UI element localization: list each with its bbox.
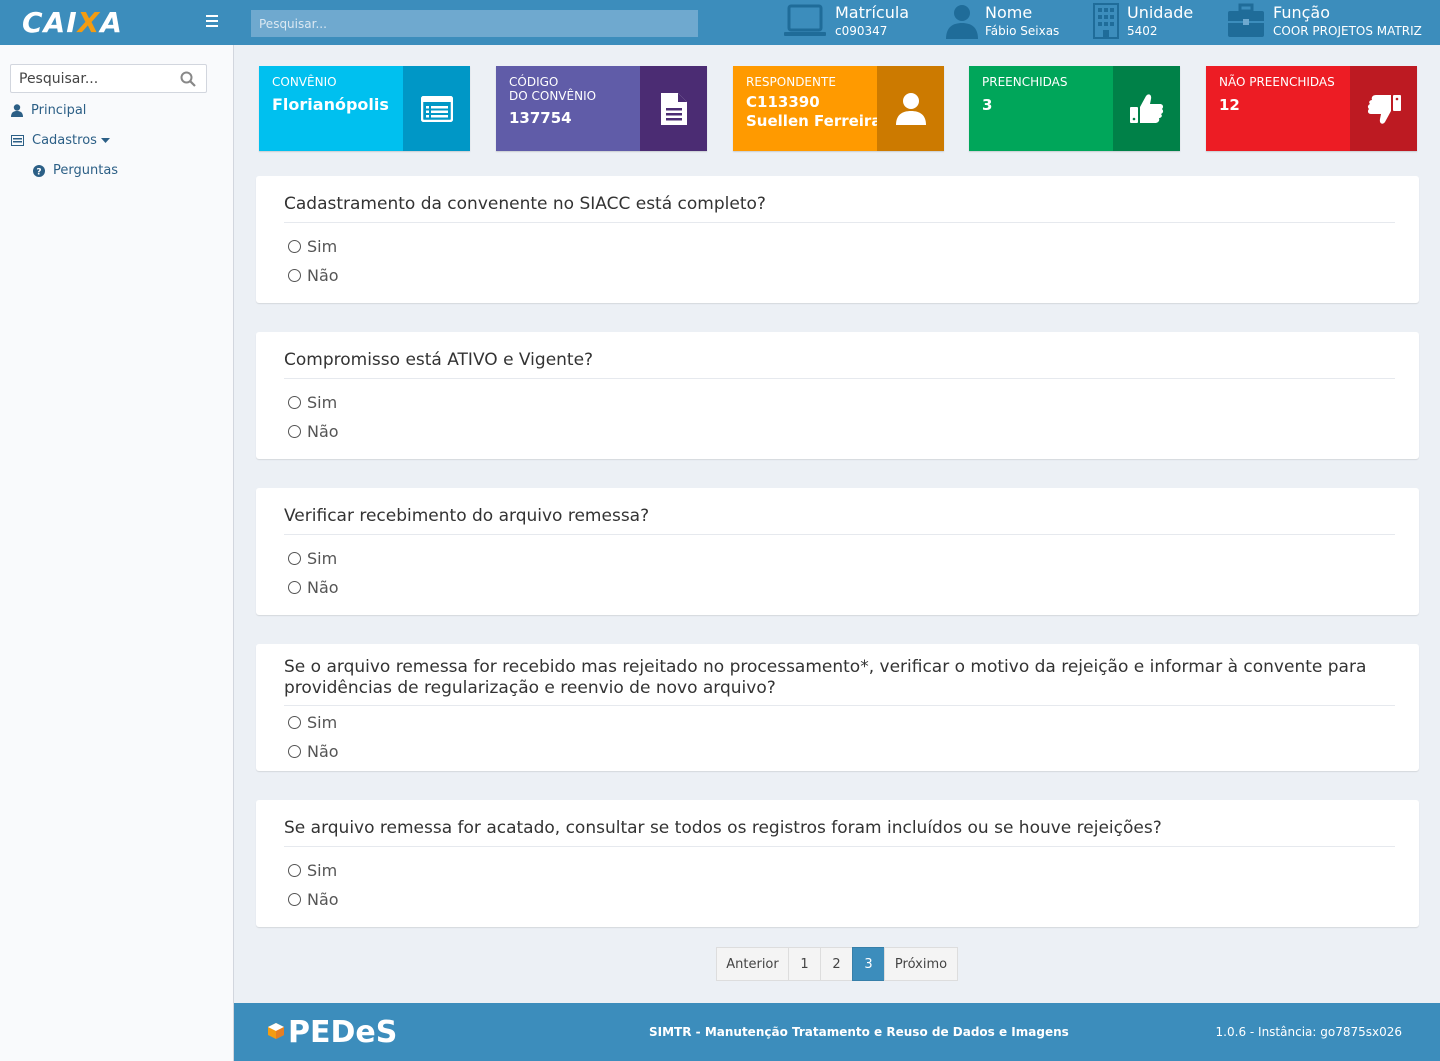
radio-button[interactable] <box>288 240 301 253</box>
question-circle-icon: ? <box>33 164 45 177</box>
user-silhouette-icon <box>946 5 978 39</box>
question-card: Verificar recebimento do arquivo remessa… <box>256 488 1419 615</box>
divider <box>284 705 1395 706</box>
radio-button[interactable] <box>288 745 301 758</box>
thumbs-up-icon <box>1113 66 1180 151</box>
option-sim[interactable]: Sim <box>288 237 337 256</box>
pagination-page-2[interactable]: 2 <box>820 947 853 981</box>
menu-toggle-icon[interactable] <box>206 12 224 30</box>
option-nao[interactable]: Não <box>288 890 339 909</box>
list-alt-icon <box>403 66 470 151</box>
list-icon <box>11 135 24 146</box>
user-icon <box>11 104 23 117</box>
file-icon <box>640 66 707 151</box>
question-card: Se o arquivo remessa for recebido mas re… <box>256 644 1419 771</box>
funcao-info: Função COOR PROJETOS MATRIZ <box>1227 3 1422 43</box>
question-title: Compromisso está ATIVO e Vigente? <box>284 350 594 370</box>
pagination-prev-button[interactable]: Anterior <box>716 947 789 981</box>
pedes-logo: PEDeS <box>264 1015 397 1050</box>
question-card: Se arquivo remessa for acatado, consulta… <box>256 800 1419 927</box>
pagination: Anterior 1 2 3 Próximo <box>716 947 958 981</box>
info-box-nao-preenchidas: NÃO PREENCHIDAS 12 <box>1206 66 1417 151</box>
sidebar-item-cadastros[interactable]: Cadastros <box>11 133 118 148</box>
pagination-page-1[interactable]: 1 <box>788 947 821 981</box>
option-nao[interactable]: Não <box>288 266 339 285</box>
question-title: Se o arquivo remessa for recebido mas re… <box>284 657 1367 698</box>
nome-info: Nome Fábio Seixas <box>945 3 1059 43</box>
radio-button[interactable] <box>288 893 301 906</box>
divider <box>284 222 1395 223</box>
radio-button[interactable] <box>288 581 301 594</box>
radio-button[interactable] <box>288 269 301 282</box>
option-nao[interactable]: Não <box>288 578 339 597</box>
pedes-logo-icon <box>268 1022 284 1039</box>
footer: PEDeS SIMTR - Manutenção Tratamento e Re… <box>234 1003 1440 1061</box>
building-icon <box>1093 3 1119 39</box>
info-box-respondente: RESPONDENTE C113390 Suellen Ferreira <box>733 66 944 151</box>
matricula-info: Matrícula c090347 <box>783 3 909 43</box>
sidebar-item-principal[interactable]: Principal <box>11 103 86 118</box>
briefcase-icon <box>1228 3 1264 37</box>
option-sim[interactable]: Sim <box>288 393 337 412</box>
caret-down-icon <box>100 137 110 143</box>
laptop-icon <box>784 4 826 36</box>
sidebar-search <box>10 64 207 93</box>
question-card: Cadastramento da convenente no SIACC est… <box>256 176 1419 303</box>
option-sim[interactable]: Sim <box>288 861 337 880</box>
option-sim[interactable]: Sim <box>288 549 337 568</box>
sidebar: Principal Cadastros ? Perguntas <box>0 45 234 1061</box>
radio-button[interactable] <box>288 425 301 438</box>
info-box-preenchidas: PREENCHIDAS 3 <box>969 66 1180 151</box>
footer-version: 1.0.6 - Instância: go7875sx026 <box>1215 1025 1402 1039</box>
svg-text:?: ? <box>36 167 41 177</box>
divider <box>284 846 1395 847</box>
pagination-page-3[interactable]: 3 <box>852 947 885 981</box>
unidade-info: Unidade 5402 <box>1093 3 1193 43</box>
question-title: Verificar recebimento do arquivo remessa… <box>284 506 650 526</box>
info-box-convenio: CONVÊNIO Florianópolis <box>259 66 470 151</box>
question-title: Cadastramento da convenente no SIACC est… <box>284 194 766 214</box>
option-nao[interactable]: Não <box>288 422 339 441</box>
sidebar-search-input[interactable] <box>11 65 171 92</box>
thumbs-down-icon <box>1350 66 1417 151</box>
option-nao[interactable]: Não <box>288 742 339 761</box>
radio-button[interactable] <box>288 552 301 565</box>
top-search-input[interactable] <box>251 10 698 37</box>
question-title: Se arquivo remessa for acatado, consulta… <box>284 818 1162 838</box>
info-box-codigo: CÓDIGO DO CONVÊNIO 137754 <box>496 66 707 151</box>
radio-button[interactable] <box>288 864 301 877</box>
divider <box>284 534 1395 535</box>
option-sim[interactable]: Sim <box>288 713 337 732</box>
top-navbar: CAIXA Matrículac090347 NomeFábio Seixas … <box>0 0 1440 45</box>
user-icon <box>877 66 944 151</box>
question-card: Compromisso está ATIVO e Vigente? Sim Nã… <box>256 332 1419 459</box>
search-icon[interactable] <box>180 71 196 87</box>
caixa-logo[interactable]: CAIXA <box>22 6 123 39</box>
radio-button[interactable] <box>288 396 301 409</box>
divider <box>284 378 1395 379</box>
sidebar-item-perguntas[interactable]: ? Perguntas <box>33 163 118 178</box>
footer-system-name: SIMTR - Manutenção Tratamento e Reuso de… <box>649 1025 1069 1039</box>
pagination-next-button[interactable]: Próximo <box>884 947 958 981</box>
radio-button[interactable] <box>288 716 301 729</box>
